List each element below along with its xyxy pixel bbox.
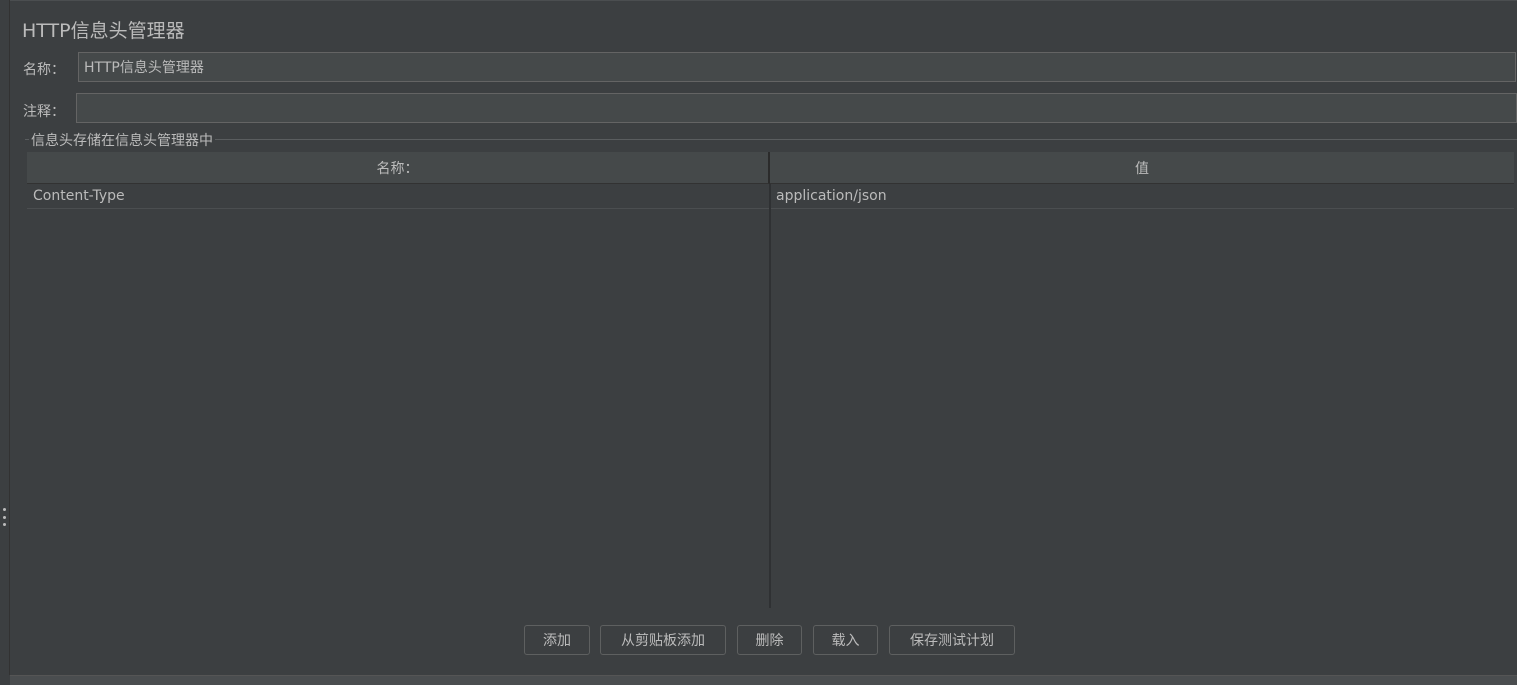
splitter-grip-icon[interactable] xyxy=(2,508,6,526)
top-divider xyxy=(10,0,1517,1)
horizontal-scrollbar[interactable] xyxy=(10,675,1517,685)
headers-group: 信息头存储在信息头管理器中 xyxy=(25,130,1517,637)
header-value-cell[interactable]: application/json xyxy=(770,184,1514,208)
add-from-clipboard-button[interactable]: 从剪贴板添加 xyxy=(600,625,726,655)
comment-label: 注释： xyxy=(23,104,65,120)
add-button[interactable]: 添加 xyxy=(524,625,590,655)
left-splitter[interactable] xyxy=(0,0,10,675)
headers-table-header: 名称： 值 xyxy=(27,152,1514,184)
headers-group-title: 信息头存储在信息头管理器中 xyxy=(29,130,215,150)
name-field-value: HTTP信息头管理器 xyxy=(84,60,204,76)
name-label: 名称： xyxy=(23,62,65,78)
column-header-value[interactable]: 值 xyxy=(770,152,1514,184)
column-divider xyxy=(769,184,771,608)
page-title: HTTP信息头管理器 xyxy=(22,20,185,42)
load-button[interactable]: 载入 xyxy=(813,625,878,655)
name-field[interactable]: HTTP信息头管理器 xyxy=(78,52,1516,82)
button-bar: 添加 从剪贴板添加 删除 载入 保存测试计划 xyxy=(0,625,1517,655)
header-name-cell[interactable]: Content-Type xyxy=(27,184,770,208)
comment-field[interactable] xyxy=(76,93,1517,123)
delete-button[interactable]: 删除 xyxy=(737,625,802,655)
http-header-manager-panel: HTTP信息头管理器 名称： HTTP信息头管理器 注释： 信息头存储在信息头管… xyxy=(0,0,1517,685)
column-header-name[interactable]: 名称： xyxy=(27,152,770,184)
save-test-plan-button[interactable]: 保存测试计划 xyxy=(889,625,1015,655)
